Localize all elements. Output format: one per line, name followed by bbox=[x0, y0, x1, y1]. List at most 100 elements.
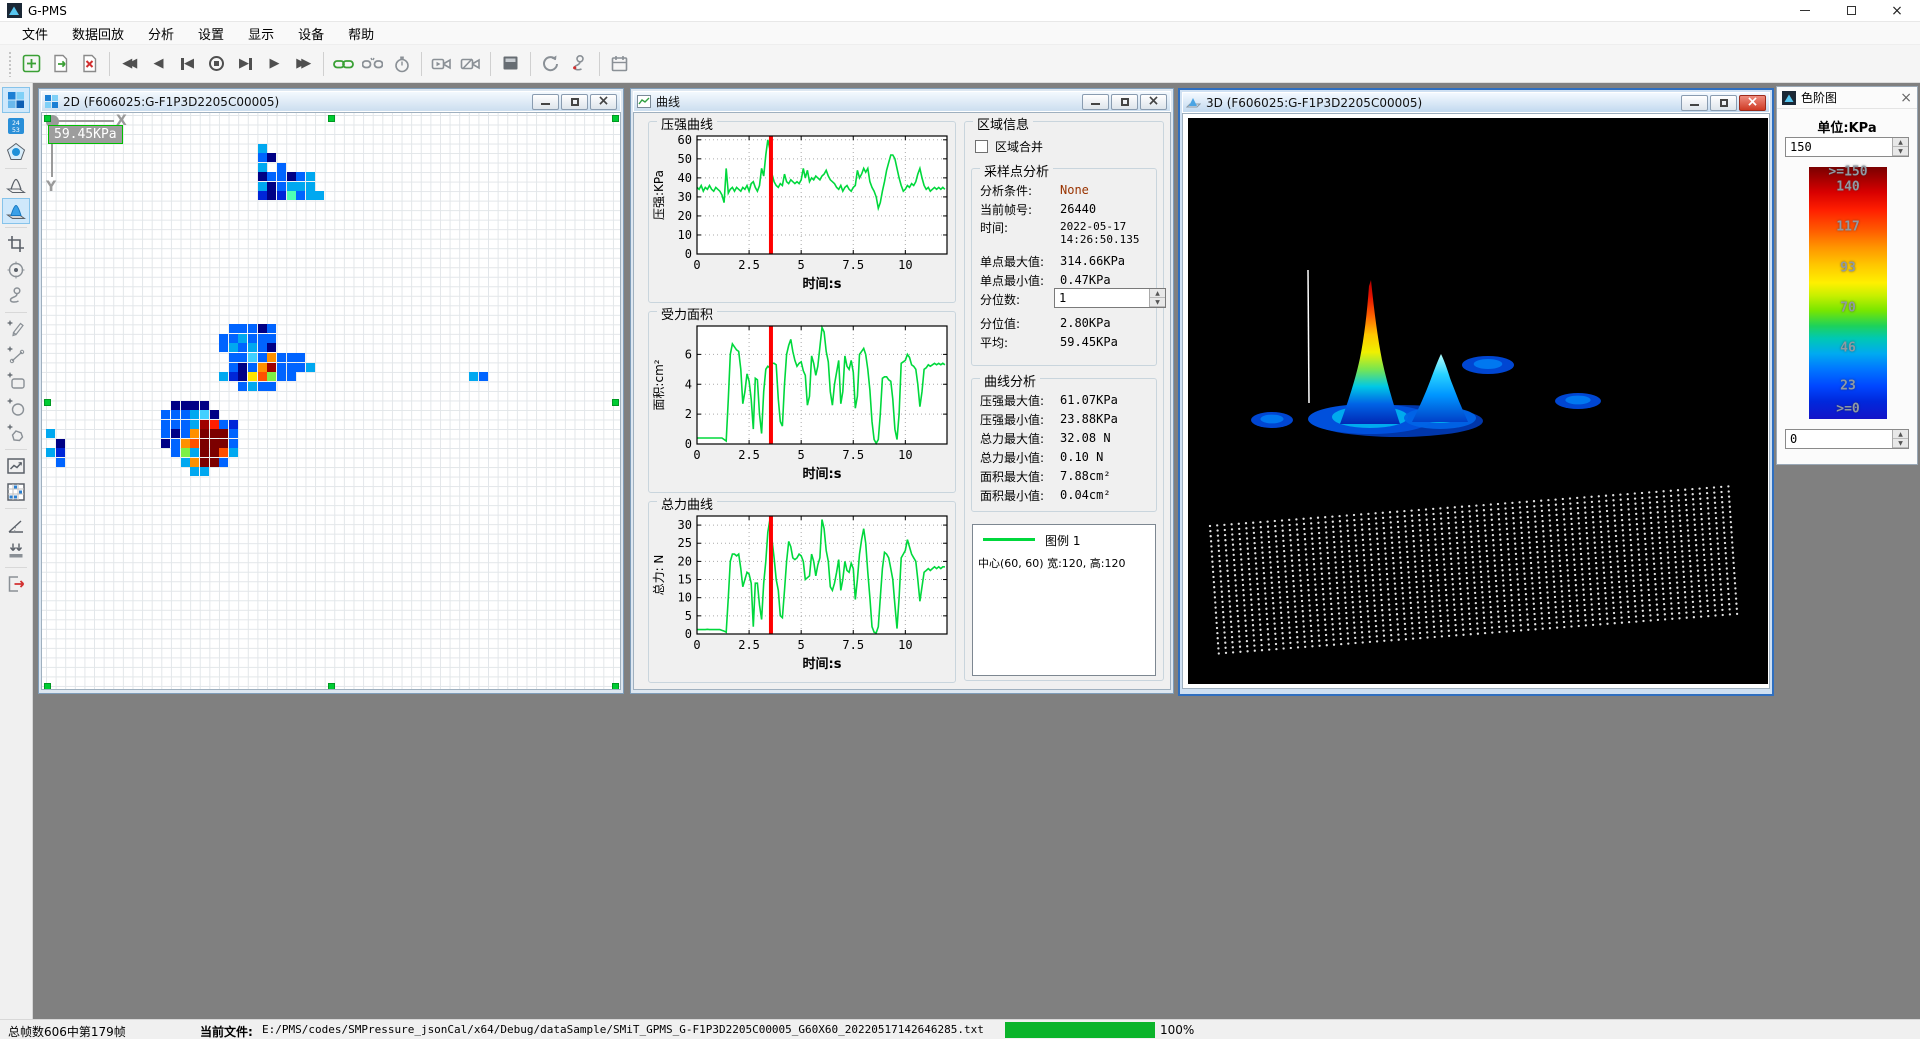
sidebar-item-tool-angle[interactable] bbox=[2, 512, 30, 538]
selection-handle[interactable] bbox=[44, 399, 51, 406]
menu-item-6[interactable]: 帮助 bbox=[336, 21, 386, 46]
minimize-button[interactable] bbox=[1782, 0, 1828, 22]
colorbar-close[interactable]: × bbox=[1900, 90, 1912, 106]
colorbar-max-spinner[interactable]: 150 ▲▼ bbox=[1785, 137, 1909, 157]
selection-handle[interactable] bbox=[612, 115, 619, 122]
colorbar-min-spinner[interactable]: 0 ▲▼ bbox=[1785, 429, 1909, 449]
pressure-grid-2d[interactable]: X Y 59.45KPa bbox=[42, 113, 620, 689]
curve-row: 压强最小值:23.88KPa bbox=[980, 410, 1150, 428]
close-button[interactable]: × bbox=[1874, 0, 1920, 22]
refresh-button[interactable] bbox=[536, 49, 565, 78]
selection-handle[interactable] bbox=[44, 115, 51, 122]
go-first-button[interactable]: ◀ bbox=[173, 49, 202, 78]
spin-up-icon[interactable]: ▲ bbox=[1893, 138, 1908, 147]
menu-item-0[interactable]: 文件 bbox=[10, 21, 60, 46]
pressure-cell bbox=[46, 448, 55, 457]
add-frame-button[interactable] bbox=[17, 49, 46, 78]
spin-up-icon[interactable]: ▲ bbox=[1150, 289, 1165, 298]
calendar-button[interactable] bbox=[605, 49, 634, 78]
region-merge-checkbox[interactable] bbox=[975, 140, 988, 153]
chart-plot-2[interactable]: 05101520253002.557.510总力: N时间:s bbox=[651, 512, 955, 680]
surface-3d-view[interactable] bbox=[1188, 118, 1768, 684]
quantile-value[interactable]: 1 bbox=[1055, 289, 1149, 307]
video-record-button[interactable] bbox=[427, 49, 456, 78]
chart-plot-0[interactable]: 010203040506002.557.510压强:KPa时间:s bbox=[651, 132, 955, 300]
sidebar-item-view-region[interactable] bbox=[2, 139, 30, 165]
delete-data-button[interactable] bbox=[75, 49, 104, 78]
display-settings-button[interactable] bbox=[496, 49, 525, 78]
curve-value: 7.88cm² bbox=[1060, 469, 1111, 483]
go-last-button[interactable]: ▶ bbox=[231, 49, 260, 78]
menu-item-1[interactable]: 数据回放 bbox=[60, 21, 136, 46]
maximize-button[interactable] bbox=[1828, 0, 1874, 22]
sidebar-item-tool-export[interactable] bbox=[2, 571, 30, 597]
sidebar-item-tool-circle[interactable] bbox=[2, 394, 30, 420]
window-2d-close[interactable]: × bbox=[590, 94, 617, 110]
sidebar-item-tool-line[interactable] bbox=[2, 342, 30, 368]
window-curves-titlebar[interactable]: 曲线 × bbox=[633, 91, 1171, 112]
sidebar-item-tool-draw[interactable] bbox=[2, 316, 30, 342]
spin-down-icon[interactable]: ▼ bbox=[1893, 147, 1908, 156]
menu-item-3[interactable]: 设置 bbox=[186, 21, 236, 46]
sidebar-item-view-2d[interactable] bbox=[2, 87, 30, 113]
window-curves-restore[interactable] bbox=[1111, 94, 1138, 110]
menu-item-4[interactable]: 显示 bbox=[236, 21, 286, 46]
pressure-cell bbox=[258, 334, 267, 343]
selection-handle[interactable] bbox=[44, 683, 51, 690]
selection-handle[interactable] bbox=[328, 683, 335, 690]
window-3d-titlebar[interactable]: 3D (F606025:G-F1P3D2205C00005) × bbox=[1182, 92, 1770, 113]
unlink-button[interactable] bbox=[358, 49, 387, 78]
video-stop-button[interactable] bbox=[456, 49, 485, 78]
pressure-cell bbox=[258, 182, 267, 191]
sidebar-item-tool-polygon[interactable] bbox=[2, 420, 30, 446]
record-stop-button[interactable] bbox=[202, 49, 231, 78]
sample-value: 26440 bbox=[1060, 202, 1096, 216]
selection-handle[interactable] bbox=[328, 115, 335, 122]
export-data-button[interactable] bbox=[46, 49, 75, 78]
sidebar-item-tool-track[interactable] bbox=[2, 283, 30, 309]
play-button[interactable]: ▶ bbox=[260, 49, 289, 78]
window-curves-close[interactable]: × bbox=[1140, 94, 1167, 110]
window-curves-minimize[interactable] bbox=[1082, 94, 1109, 110]
sidebar-item-tool-center[interactable] bbox=[2, 257, 30, 283]
window-3d-restore[interactable] bbox=[1710, 95, 1737, 111]
sidebar-item-tool-rect[interactable] bbox=[2, 368, 30, 394]
colorbar-titlebar[interactable]: 色阶图 × bbox=[1777, 87, 1917, 109]
spin-down-icon[interactable]: ▼ bbox=[1150, 298, 1165, 307]
selection-handle[interactable] bbox=[612, 399, 619, 406]
fast-forward-button[interactable]: ▶▶ bbox=[289, 49, 318, 78]
pressure-cell bbox=[46, 429, 55, 438]
window-2d-restore[interactable] bbox=[561, 94, 588, 110]
sidebar-item-tool-chart[interactable] bbox=[2, 453, 30, 479]
colorbar-max-value[interactable]: 150 bbox=[1786, 138, 1892, 156]
pressure-cell bbox=[277, 172, 286, 181]
pressure-cell bbox=[181, 458, 190, 467]
window-3d: 3D (F606025:G-F1P3D2205C00005) × bbox=[1178, 88, 1774, 696]
window-2d-titlebar[interactable]: 2D (F606025:G-F1P3D2205C00005) × bbox=[41, 91, 621, 112]
menu-item-5[interactable]: 设备 bbox=[286, 21, 336, 46]
svg-text:10: 10 bbox=[898, 448, 912, 462]
selection-handle[interactable] bbox=[612, 683, 619, 690]
track-pin-button[interactable] bbox=[565, 49, 594, 78]
colorbar-min-value[interactable]: 0 bbox=[1786, 430, 1892, 448]
window-3d-close[interactable]: × bbox=[1739, 95, 1766, 111]
sidebar-item-view-values[interactable]: 2453 bbox=[2, 113, 30, 139]
link-button[interactable] bbox=[329, 49, 358, 78]
sidebar-item-view-3d-wire[interactable] bbox=[2, 172, 30, 198]
sidebar-item-tool-crop[interactable] bbox=[2, 231, 30, 257]
sidebar-item-tool-matrix[interactable] bbox=[2, 479, 30, 505]
chart-plot-1[interactable]: 024602.557.510面积:cm²时间:s bbox=[651, 322, 955, 490]
pressure-cell bbox=[219, 334, 228, 343]
sidebar-item-tool-calibrate[interactable] bbox=[2, 538, 30, 564]
step-backward-button[interactable]: ◀ bbox=[144, 49, 173, 78]
fast-backward-button[interactable]: ◀◀ bbox=[115, 49, 144, 78]
window-3d-minimize[interactable] bbox=[1681, 95, 1708, 111]
quantile-spinner[interactable]: 1▲▼ bbox=[1054, 288, 1166, 308]
sidebar-item-view-3d[interactable] bbox=[2, 198, 30, 224]
menu-item-2[interactable]: 分析 bbox=[136, 21, 186, 46]
spin-up-icon[interactable]: ▲ bbox=[1893, 430, 1908, 439]
window-2d-minimize[interactable] bbox=[532, 94, 559, 110]
timer-button[interactable] bbox=[387, 49, 416, 78]
spin-down-icon[interactable]: ▼ bbox=[1893, 439, 1908, 448]
svg-text:6: 6 bbox=[685, 347, 692, 361]
